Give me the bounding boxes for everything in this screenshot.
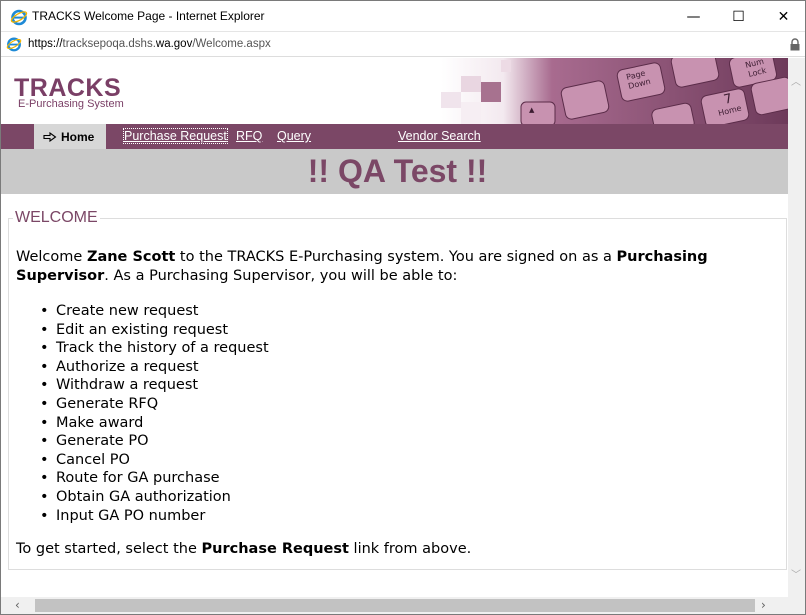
scroll-right-icon[interactable]: › bbox=[761, 598, 766, 612]
list-item: Withdraw a request bbox=[40, 376, 269, 395]
close-icon: ✕ bbox=[777, 8, 790, 25]
logo-subtitle: E-Purchasing System bbox=[18, 98, 124, 110]
welcome-intro: Welcome Zane Scott to the TRACKS E-Purch… bbox=[16, 249, 708, 284]
list-item: Create new request bbox=[40, 302, 269, 321]
list-item: Make award bbox=[40, 414, 269, 433]
main-navigation: Home Purchase Request RFQ Query Vendor S… bbox=[1, 124, 788, 149]
nav-home-label: Home bbox=[61, 129, 95, 144]
nav-vendor-search-link[interactable]: Vendor Search bbox=[398, 129, 481, 143]
window-title: TRACKS Welcome Page - Internet Explorer bbox=[32, 9, 265, 23]
capabilities-list: Create new request Edit an existing requ… bbox=[40, 302, 269, 525]
list-item: Cancel PO bbox=[40, 451, 269, 470]
close-button[interactable]: ✕ bbox=[761, 1, 806, 32]
get-started-text: To get started, select the Purchase Requ… bbox=[16, 541, 472, 557]
page-viewport: TRACKS E-Purchasing System Page Down Num… bbox=[1, 58, 788, 597]
welcome-heading: WELCOME bbox=[13, 209, 100, 227]
svg-text:▲: ▲ bbox=[529, 106, 535, 114]
list-item: Obtain GA authorization bbox=[40, 488, 269, 507]
nav-query-link[interactable]: Query bbox=[277, 129, 311, 143]
user-name: Zane Scott bbox=[86, 249, 176, 265]
nav-rfq-link[interactable]: RFQ bbox=[236, 129, 262, 143]
purchase-request-reference: Purchase Request bbox=[201, 541, 349, 557]
vertical-scrollbar[interactable]: ︿ ﹀ bbox=[788, 58, 805, 597]
minimize-button[interactable]: — bbox=[671, 1, 716, 32]
lock-icon bbox=[790, 38, 800, 51]
list-item: Generate RFQ bbox=[40, 395, 269, 414]
address-url[interactable]: https://tracksepoqa.dshs.wa.gov/Welcome.… bbox=[28, 38, 271, 50]
scroll-down-icon[interactable]: ﹀ bbox=[791, 566, 801, 581]
address-bar[interactable]: https://tracksepoqa.dshs.wa.gov/Welcome.… bbox=[1, 31, 805, 57]
horizontal-scroll-thumb[interactable] bbox=[35, 599, 755, 612]
keyboard-banner-image: Page Down Num Lock 7 Home ▲ bbox=[441, 58, 788, 124]
list-item: Route for GA purchase bbox=[40, 469, 269, 488]
nav-purchase-request-link[interactable]: Purchase Request bbox=[123, 128, 228, 144]
list-item: Generate PO bbox=[40, 432, 269, 451]
list-item: Authorize a request bbox=[40, 358, 269, 377]
scroll-up-icon[interactable]: ︿ bbox=[791, 73, 801, 88]
horizontal-scrollbar[interactable]: ‹ › bbox=[1, 597, 805, 614]
window-titlebar: TRACKS Welcome Page - Internet Explorer … bbox=[0, 0, 806, 31]
arrow-right-icon bbox=[43, 131, 57, 142]
internet-explorer-icon bbox=[10, 9, 28, 26]
maximize-icon: ☐ bbox=[732, 8, 745, 25]
qa-test-banner: !! QA Test !! bbox=[1, 149, 788, 194]
nav-home-tab[interactable]: Home bbox=[34, 124, 106, 149]
list-item: Input GA PO number bbox=[40, 507, 269, 526]
internet-explorer-icon bbox=[6, 37, 22, 52]
list-item: Edit an existing request bbox=[40, 321, 269, 340]
qa-test-text: !! QA Test !! bbox=[307, 153, 488, 189]
minimize-icon: — bbox=[686, 8, 701, 25]
maximize-button[interactable]: ☐ bbox=[716, 1, 761, 32]
site-banner: TRACKS E-Purchasing System Page Down Num… bbox=[1, 58, 788, 124]
list-item: Track the history of a request bbox=[40, 339, 269, 358]
scroll-left-icon[interactable]: ‹ bbox=[15, 598, 20, 612]
